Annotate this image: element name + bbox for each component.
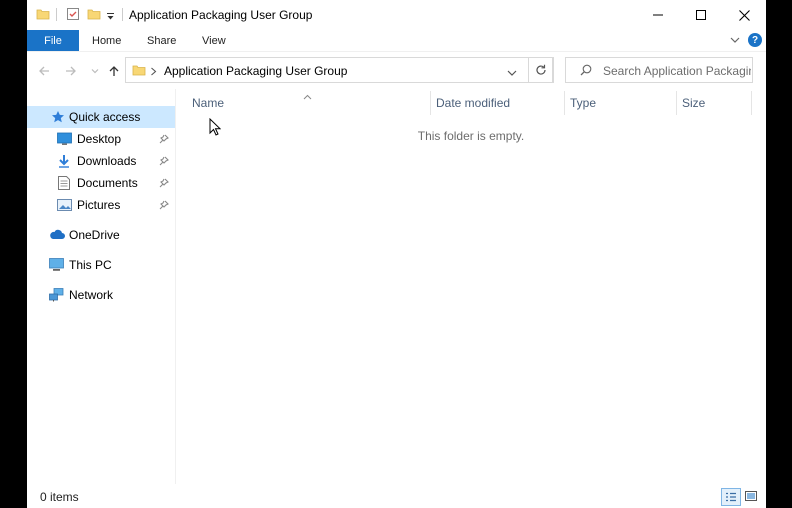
sidebar-item-network[interactable]: Network (27, 284, 175, 306)
column-header-name[interactable]: Name (192, 96, 224, 110)
sidebar-item-pictures[interactable]: Pictures (27, 194, 175, 216)
close-button[interactable] (722, 0, 766, 30)
empty-folder-message: This folder is empty. (417, 129, 525, 143)
column-divider[interactable] (430, 91, 431, 115)
search-input[interactable]: Search Application Packagin... (603, 64, 751, 78)
back-arrow-icon[interactable] (37, 64, 51, 78)
customize-quick-access-icon[interactable] (106, 10, 115, 24)
mouse-cursor-icon (209, 117, 222, 139)
sidebar-item-quick-access[interactable]: Quick access (27, 106, 175, 128)
pin-icon[interactable] (159, 199, 169, 213)
tab-view[interactable]: View (202, 30, 226, 51)
computer-icon (49, 258, 64, 275)
pin-icon[interactable] (159, 155, 169, 169)
pin-icon[interactable] (159, 133, 169, 147)
properties-icon[interactable] (66, 7, 80, 24)
tab-home[interactable]: Home (92, 30, 121, 51)
expand-ribbon-icon[interactable] (730, 34, 740, 48)
maximize-button[interactable] (679, 0, 723, 30)
search-box[interactable]: Search Application Packagin... (565, 57, 753, 83)
sort-ascending-icon (303, 89, 312, 103)
large-icons-view-icon (745, 491, 757, 501)
recent-locations-icon[interactable] (88, 64, 102, 78)
address-history-chevron-icon[interactable] (507, 66, 517, 80)
sidebar-item-label: OneDrive (69, 228, 120, 242)
sidebar-item-documents[interactable]: Documents (27, 172, 175, 194)
desktop-icon (57, 132, 72, 149)
column-divider[interactable] (676, 91, 677, 115)
column-header-type[interactable]: Type (570, 96, 596, 110)
help-icon[interactable]: ? (748, 33, 762, 47)
item-count: 0 items (40, 490, 79, 504)
navigation-bar: Application Packaging User Group Search … (27, 51, 766, 90)
window-title: Application Packaging User Group (129, 8, 313, 22)
forward-arrow-icon[interactable] (64, 64, 78, 78)
new-folder-icon[interactable] (87, 7, 101, 24)
cloud-icon (49, 229, 65, 243)
tab-file[interactable]: File (27, 30, 79, 51)
breadcrumb-item[interactable]: Application Packaging User Group (164, 64, 347, 78)
search-icon (580, 64, 592, 79)
document-icon (58, 176, 70, 193)
refresh-button[interactable] (528, 57, 554, 83)
sidebar-item-label: Quick access (69, 110, 141, 124)
pin-icon[interactable] (159, 177, 169, 191)
file-list[interactable]: Name Date modified Type Size This folder… (176, 89, 766, 484)
details-view-icon (726, 492, 736, 502)
explorer-window: Application Packaging User Group File Ho… (27, 0, 766, 508)
sidebar-item-this-pc[interactable]: This PC (27, 254, 175, 276)
pictures-icon (57, 199, 72, 214)
status-bar: 0 items (27, 484, 766, 508)
refresh-icon (536, 64, 546, 75)
ribbon: File Home Share View ? (27, 30, 766, 51)
column-header-date-modified[interactable]: Date modified (436, 96, 510, 110)
sidebar-item-onedrive[interactable]: OneDrive (27, 224, 175, 246)
navigation-pane: Quick access Desktop Downloads Documents… (27, 89, 176, 484)
folder-icon (132, 63, 146, 80)
tab-share[interactable]: Share (147, 30, 176, 51)
large-icons-view-button[interactable] (742, 488, 760, 504)
sidebar-item-label: Network (69, 288, 114, 302)
network-icon (49, 288, 64, 305)
sidebar-item-desktop[interactable]: Desktop (27, 128, 175, 150)
sidebar-item-label: This PC (69, 258, 112, 272)
divider (56, 8, 57, 21)
address-bar[interactable]: Application Packaging User Group (125, 57, 553, 83)
title-bar: Application Packaging User Group (27, 0, 766, 30)
sidebar-item-downloads[interactable]: Downloads (27, 150, 175, 172)
sidebar-item-label: Desktop (77, 132, 122, 146)
download-icon (57, 154, 71, 171)
breadcrumb-chevron-icon[interactable] (150, 65, 157, 79)
column-divider[interactable] (564, 91, 565, 115)
sidebar-item-label: Downloads (77, 154, 137, 168)
folder-icon (36, 7, 50, 24)
sidebar-item-label: Pictures (77, 198, 121, 212)
column-header-size[interactable]: Size (682, 96, 705, 110)
sidebar-item-label: Documents (77, 176, 138, 190)
column-divider[interactable] (751, 91, 752, 115)
details-view-button[interactable] (721, 488, 741, 506)
minimize-button[interactable] (636, 0, 680, 30)
divider (122, 8, 123, 21)
star-icon (51, 110, 65, 127)
up-arrow-icon[interactable] (107, 64, 121, 78)
